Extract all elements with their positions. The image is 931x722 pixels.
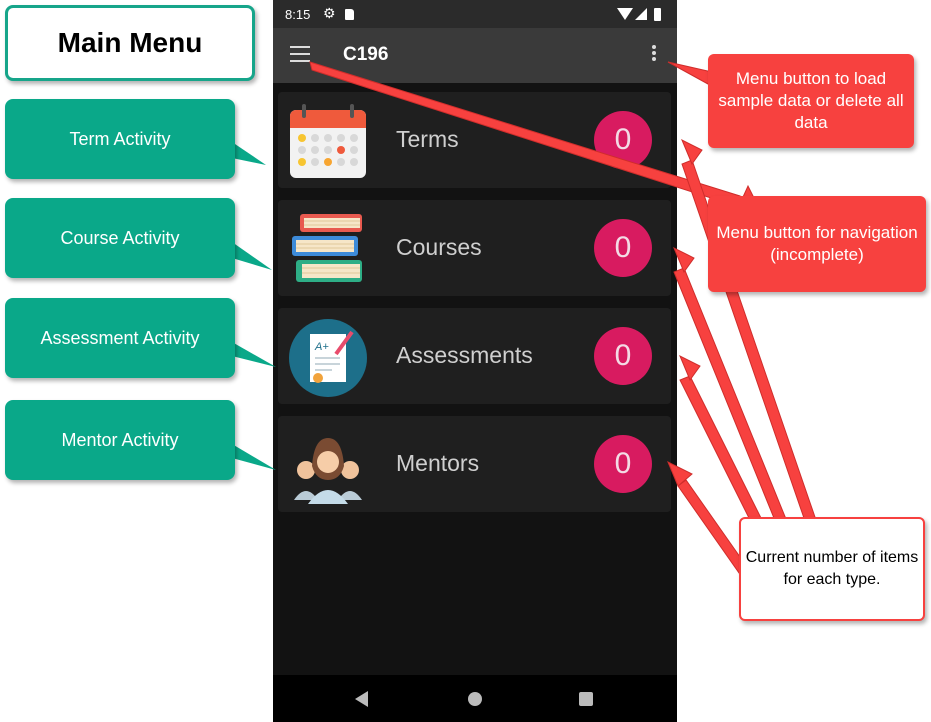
terms-card[interactable]: Terms 0: [278, 92, 671, 188]
status-time: 8:15: [285, 7, 311, 22]
battery-icon: [654, 8, 661, 21]
courses-card[interactable]: Courses 0: [278, 200, 671, 296]
term-activity-callout: Term Activity: [5, 99, 235, 179]
menu-nav-text: Menu button for navigation (incomplete): [716, 223, 918, 264]
gear-icon: ⚙: [323, 5, 336, 21]
home-icon[interactable]: [468, 692, 482, 706]
assessments-card[interactable]: A+ Assessments 0: [278, 308, 671, 404]
terms-label: Terms: [396, 126, 459, 152]
app-bar: C196: [273, 28, 677, 83]
status-bar: 8:15 ⚙: [273, 0, 677, 28]
app-title: C196: [343, 44, 389, 65]
calendar-icon: [290, 104, 366, 178]
menu-data-callout: Menu button to load sample data or delet…: [708, 54, 914, 148]
count-callout: Current number of items for each type.: [739, 517, 925, 621]
course-activity-callout: Course Activity: [5, 198, 235, 278]
menu-data-text: Menu button to load sample data or delet…: [718, 69, 904, 132]
assessment-activity-callout: Assessment Activity: [5, 298, 235, 378]
terms-count-badge: 0: [594, 111, 652, 169]
graded-paper-icon: A+: [289, 319, 367, 397]
assessments-count-badge: 0: [594, 327, 652, 385]
overflow-menu-icon[interactable]: [652, 45, 656, 63]
svg-text:A+: A+: [314, 341, 329, 353]
books-icon: [292, 214, 362, 282]
system-nav-bar: [273, 675, 677, 722]
people-icon: [294, 438, 362, 504]
mentor-activity-callout: Mentor Activity: [5, 400, 235, 480]
count-callout-text: Current number of items for each type.: [745, 549, 919, 588]
phone-screen: 8:15 ⚙ C196 Terms 0 Courses 0 A+ Assessm…: [273, 0, 677, 722]
main-menu-callout: Main Menu: [5, 5, 255, 81]
hamburger-menu-icon[interactable]: [290, 46, 310, 62]
signal-icon: [635, 8, 647, 20]
sd-card-icon: [345, 9, 354, 20]
mentors-count-badge: 0: [594, 435, 652, 493]
back-icon[interactable]: [355, 691, 368, 707]
menu-nav-callout: Menu button for navigation (incomplete): [708, 196, 926, 292]
assessments-label: Assessments: [396, 342, 533, 368]
courses-label: Courses: [396, 234, 482, 260]
mentors-label: Mentors: [396, 450, 480, 476]
mentors-card[interactable]: Mentors 0: [278, 416, 671, 512]
recents-icon[interactable]: [579, 692, 593, 706]
wifi-icon: [617, 8, 633, 20]
courses-count-badge: 0: [594, 219, 652, 277]
